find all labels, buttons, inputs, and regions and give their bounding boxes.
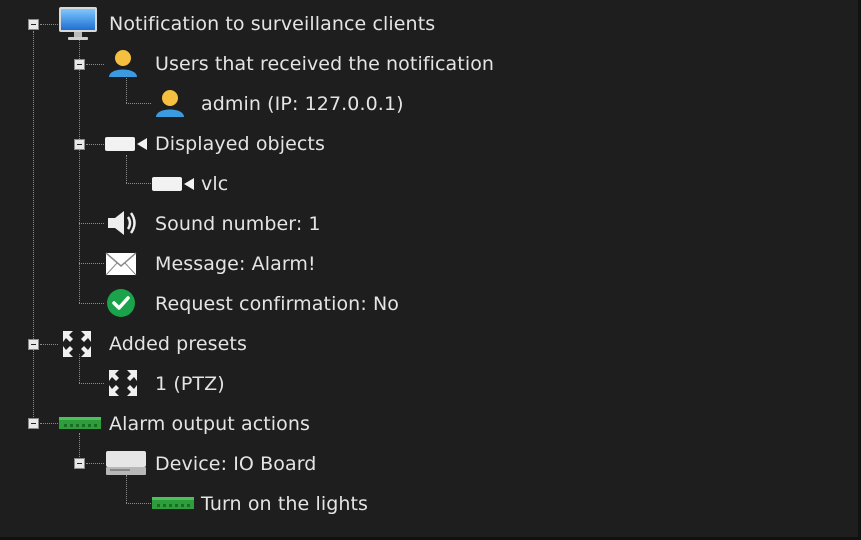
collapse-toggle[interactable]: [28, 19, 39, 30]
tree-item-label[interactable]: Displayed objects: [155, 132, 325, 156]
tree-connector: [86, 144, 104, 145]
user-icon: [153, 88, 187, 118]
tree-item-label[interactable]: 1 (PTZ): [155, 372, 225, 396]
tree-item-label[interactable]: Request confirmation: No: [155, 292, 399, 316]
tree-connector: [126, 183, 151, 184]
speaker-icon: [104, 208, 138, 238]
monitor-icon: [58, 6, 98, 42]
collapse-toggle[interactable]: [28, 418, 39, 429]
tree-item-label[interactable]: Sound number: 1: [155, 212, 321, 236]
tree-connector: [126, 155, 127, 183]
event-actions-tree: Notification to surveillance clients Use…: [0, 0, 861, 540]
tree-item-label[interactable]: Turn on the lights: [201, 492, 368, 516]
tree-item-label[interactable]: vlc: [201, 172, 228, 196]
tree-item-label[interactable]: Device: IO Board: [155, 452, 316, 476]
tree-item-label[interactable]: Alarm output actions: [109, 412, 310, 436]
tree-connector: [33, 31, 34, 423]
check-circle-icon: [104, 288, 138, 318]
tree-item-label[interactable]: Message: Alarm!: [155, 252, 316, 276]
tree-connector: [126, 503, 151, 504]
collapse-toggle[interactable]: [74, 139, 85, 150]
tree-connector: [79, 383, 104, 384]
collapse-toggle[interactable]: [74, 59, 85, 70]
tree-connector: [79, 263, 104, 264]
tree-connector: [40, 423, 58, 424]
tree-connector: [126, 75, 127, 103]
device-icon: [104, 449, 148, 477]
collapse-toggle[interactable]: [28, 339, 39, 350]
collapse-toggle[interactable]: [74, 458, 85, 469]
tree-item-label[interactable]: Users that received the notification: [155, 52, 494, 76]
camera-icon: [104, 131, 150, 157]
user-icon: [106, 48, 140, 78]
tree-connector: [86, 463, 104, 464]
envelope-icon: [104, 249, 138, 279]
tree-connector: [40, 344, 58, 345]
tree-connector: [40, 24, 58, 25]
tree-connector: [126, 103, 151, 104]
tree-item-label[interactable]: Notification to surveillance clients: [109, 12, 435, 36]
ptz-arrows-icon: [106, 368, 140, 398]
ptz-arrows-icon: [60, 329, 94, 359]
tree-item-label[interactable]: admin (IP: 127.0.0.1): [201, 92, 404, 116]
io-board-icon: [151, 495, 195, 511]
tree-connector: [79, 223, 104, 224]
camera-icon: [151, 171, 197, 197]
io-board-icon: [58, 415, 102, 431]
tree-connector: [126, 475, 127, 503]
tree-item-label[interactable]: Added presets: [109, 332, 247, 356]
tree-connector: [79, 303, 104, 304]
tree-connector: [86, 64, 104, 65]
